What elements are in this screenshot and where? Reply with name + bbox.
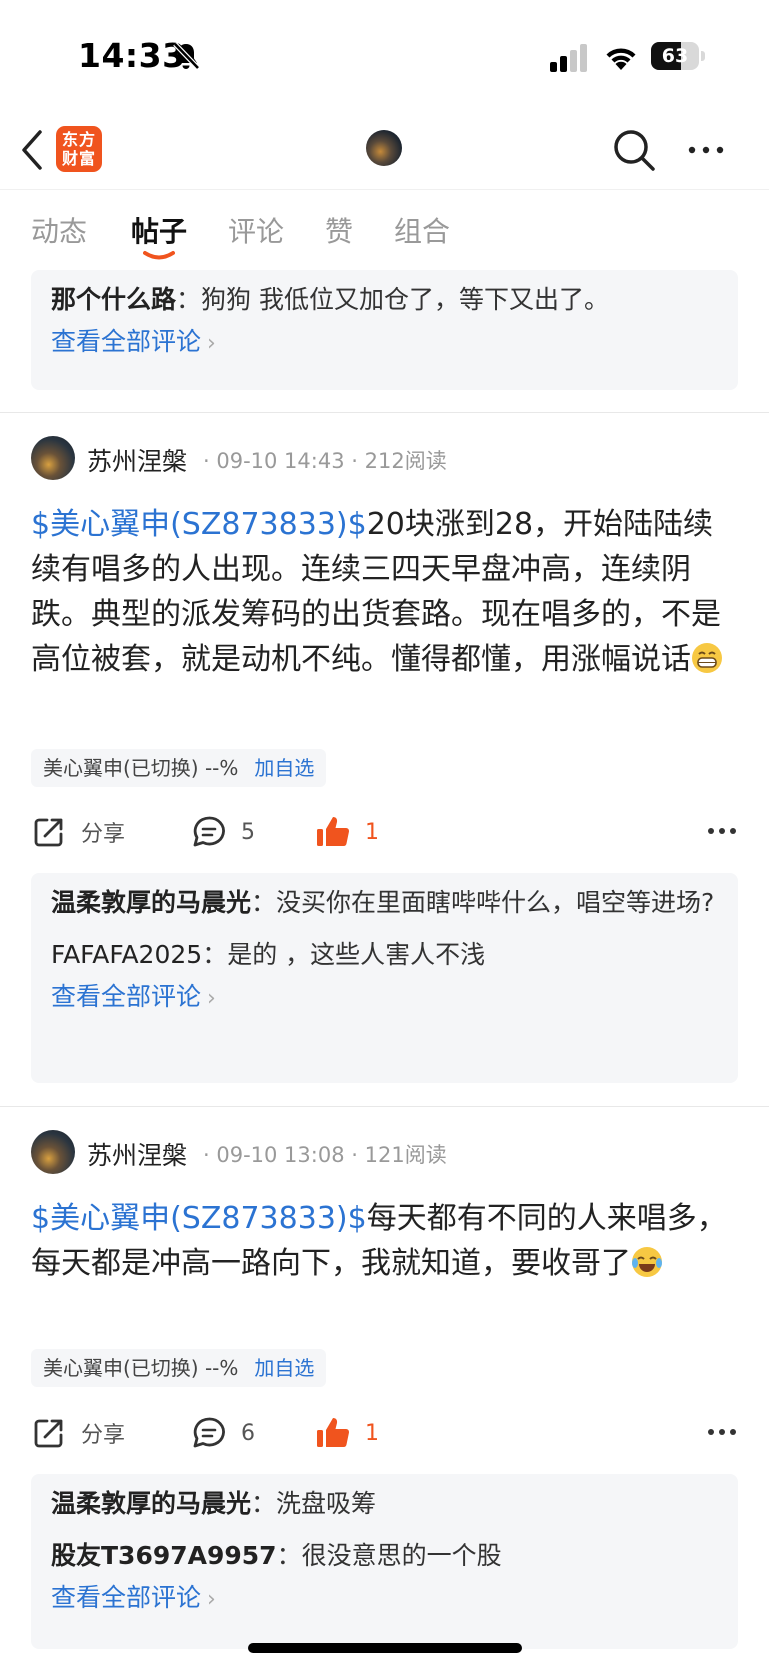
view-all-label: 查看全部评论	[51, 1583, 202, 1612]
tab-comments[interactable]: 评论	[228, 210, 284, 250]
logo-line-1: 东方	[61, 130, 96, 149]
post-body[interactable]: $美心翼申(SZ873833)$20块涨到28，开始陆陆续续有唱多的人出现。连续…	[31, 502, 741, 682]
battery-indicator: 63	[651, 42, 705, 70]
share-icon	[34, 818, 63, 847]
comment-item: 温柔敦厚的马晨光：没买你在里面瞎哔哔什么，唱空等进场?	[51, 888, 715, 917]
view-all-comments-link[interactable]: 查看全部评论 ›	[51, 320, 216, 366]
post-body[interactable]: $美心翼申(SZ873833)$每天都有不同的人来唱多，每天都是冲高一路向下，我…	[31, 1196, 741, 1286]
view-all-label: 查看全部评论	[51, 327, 202, 356]
post-date: 09-10 14:43	[216, 449, 345, 473]
chevron-right-icon: ›	[207, 986, 216, 1011]
comment-item: 温柔敦厚的马晨光：洗盘吸筹	[51, 1489, 377, 1518]
author-avatar[interactable]	[31, 1130, 75, 1174]
view-all-comments-link[interactable]: 查看全部评论 ›	[51, 1576, 216, 1622]
comment-preview[interactable]: 那个什么路：狗狗 我低位又加仓了，等下又出了。 查看全部评论 ›	[31, 270, 738, 390]
battery-percent: 63	[661, 45, 689, 67]
comment-icon	[193, 1417, 225, 1448]
share-button[interactable]: 分享	[31, 807, 125, 857]
post-meta: · 09-10 13:08 · 121阅读	[203, 1143, 447, 1167]
wifi-icon	[606, 48, 636, 70]
like-button[interactable]: 1	[315, 1408, 379, 1458]
comment-item: FAFAFA2025：是的 ，这些人害人不浅	[51, 940, 486, 969]
view-all-label: 查看全部评论	[51, 982, 202, 1011]
post-actions: 分享 6 1	[31, 1408, 738, 1458]
thumbs-up-icon	[317, 817, 350, 847]
post-divider	[0, 1106, 769, 1107]
comment-author[interactable]: 那个什么路	[51, 285, 176, 314]
comment-author[interactable]: 温柔敦厚的马晨光	[51, 1489, 251, 1518]
comment-text: 狗狗 我低位又加仓了，等下又出了。	[201, 285, 609, 314]
more-options-icon[interactable]	[686, 138, 726, 162]
home-indicator[interactable]	[248, 1643, 522, 1653]
tab-dynamics[interactable]: 动态	[31, 210, 87, 250]
cellular-signal-icon	[550, 44, 587, 72]
comment-text: 没买你在里面瞎哔哔什么，唱空等进场?	[276, 888, 715, 917]
share-button[interactable]: 分享	[31, 1408, 125, 1458]
stock-tag-name: 美心翼申(已切换) --%	[43, 1356, 239, 1380]
stock-link[interactable]: $美心翼申(SZ873833)$	[31, 507, 367, 542]
chevron-right-icon: ›	[207, 1587, 216, 1612]
post-meta: · 09-10 14:43 · 212阅读	[203, 449, 447, 473]
comment-count: 6	[241, 1420, 255, 1446]
stock-tag-name: 美心翼申(已切换) --%	[43, 756, 239, 780]
add-watchlist-button[interactable]: 加自选	[254, 756, 314, 780]
comment-button[interactable]: 6	[191, 1408, 255, 1458]
like-count: 1	[365, 1420, 379, 1446]
comment-author[interactable]: 温柔敦厚的马晨光	[51, 888, 251, 917]
tab-bar: 动态 帖子 评论 赞 组合	[0, 200, 769, 264]
comment-preview[interactable]: 温柔敦厚的马晨光：洗盘吸筹 股友T3697A9957：很没意思的一个股 查看全部…	[31, 1474, 738, 1649]
post-reads: 212阅读	[364, 449, 447, 473]
post-divider	[0, 412, 769, 413]
tears-of-joy-emoji-icon	[632, 1247, 662, 1277]
post-date: 09-10 13:08	[216, 1143, 345, 1167]
chevron-right-icon: ›	[207, 331, 216, 356]
view-all-comments-link[interactable]: 查看全部评论 ›	[51, 975, 216, 1021]
comment-text: 洗盘吸筹	[276, 1489, 377, 1518]
add-watchlist-button[interactable]: 加自选	[254, 1356, 314, 1380]
grinning-face-emoji-icon	[692, 643, 722, 673]
stock-tag[interactable]: 美心翼申(已切换) --% 加自选	[31, 749, 327, 787]
comment-author[interactable]: 股友T3697A9957	[51, 1541, 277, 1570]
more-options-icon[interactable]	[706, 1422, 738, 1442]
share-label: 分享	[81, 1423, 126, 1448]
tab-portfolio[interactable]: 组合	[394, 210, 450, 250]
status-bar: 14:33 63	[0, 0, 769, 110]
comment-count: 5	[241, 819, 255, 845]
tab-likes[interactable]: 赞	[325, 210, 353, 250]
nav-bar: 东方 财富	[0, 110, 769, 190]
app-logo[interactable]: 东方 财富	[56, 126, 102, 172]
comment-author[interactable]: FAFAFA2025	[51, 940, 202, 969]
more-options-icon[interactable]	[706, 821, 738, 841]
active-tab-indicator	[143, 251, 175, 260]
stock-tag[interactable]: 美心翼申(已切换) --% 加自选	[31, 1349, 327, 1387]
profile-avatar[interactable]	[366, 130, 402, 166]
comment-icon	[193, 816, 225, 847]
comment-text: 是的 ，这些人害人不浅	[227, 940, 486, 969]
search-icon[interactable]	[612, 128, 656, 172]
comment-text: 很没意思的一个股	[301, 1541, 502, 1570]
post-reads: 121阅读	[364, 1143, 447, 1167]
tab-posts[interactable]: 帖子	[131, 210, 187, 250]
comment-item: 那个什么路：狗狗 我低位又加仓了，等下又出了。	[51, 285, 609, 314]
logo-line-2: 财富	[61, 149, 96, 168]
like-count: 1	[365, 819, 379, 845]
share-label: 分享	[81, 822, 126, 847]
stock-link[interactable]: $美心翼申(SZ873833)$	[31, 1201, 367, 1236]
like-button[interactable]: 1	[315, 807, 379, 857]
comment-preview[interactable]: 温柔敦厚的马晨光：没买你在里面瞎哔哔什么，唱空等进场? FAFAFA2025：是…	[31, 873, 738, 1083]
bell-slash-icon	[173, 42, 200, 70]
back-chevron-icon[interactable]	[18, 128, 46, 172]
post-author[interactable]: 苏州涅槃	[87, 442, 187, 478]
thumbs-up-icon	[317, 1418, 350, 1448]
post-actions: 分享 5 1	[31, 807, 738, 857]
comment-item: 股友T3697A9957：很没意思的一个股	[51, 1541, 502, 1570]
post-author[interactable]: 苏州涅槃	[87, 1136, 187, 1172]
author-avatar[interactable]	[31, 436, 75, 480]
comment-button[interactable]: 5	[191, 807, 255, 857]
share-icon	[34, 1419, 63, 1448]
